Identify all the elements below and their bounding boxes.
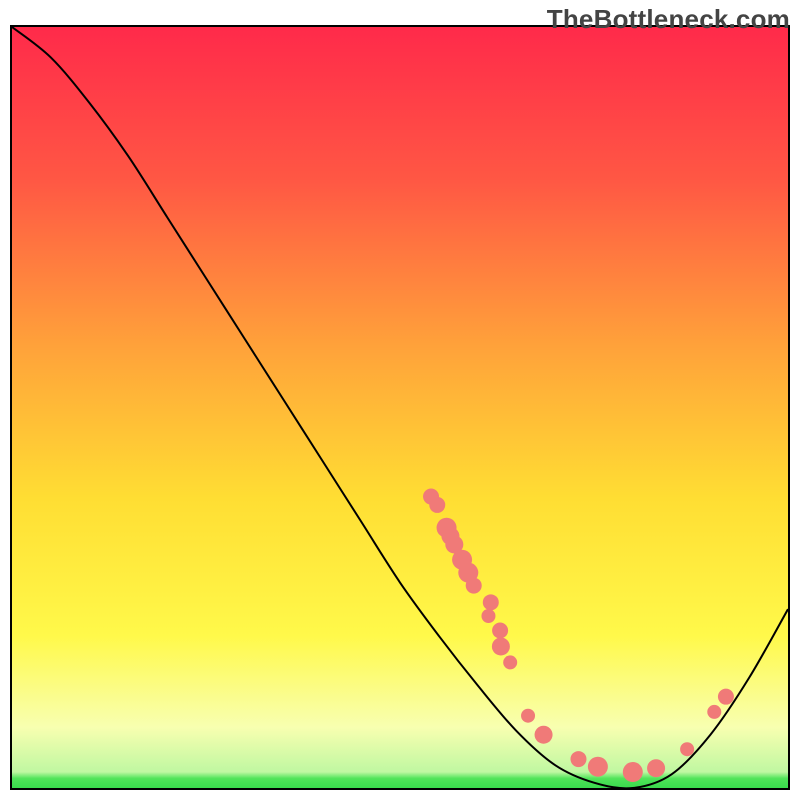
curve-marker: [623, 762, 643, 782]
curve-marker: [647, 759, 665, 777]
curve-marker: [429, 497, 445, 513]
curve-marker: [570, 751, 586, 767]
curve-marker: [535, 726, 553, 744]
curve-marker: [707, 705, 721, 719]
curve-marker: [521, 709, 535, 723]
watermark-label: TheBottleneck.com: [547, 4, 790, 35]
curve-marker: [466, 578, 482, 594]
chart-container: TheBottleneck.com: [0, 0, 800, 800]
curve-marker: [481, 609, 495, 623]
plot-frame: [10, 25, 790, 790]
curve-marker: [492, 622, 508, 638]
curve-marker: [483, 594, 499, 610]
curve-marker: [492, 637, 510, 655]
curve-marker: [718, 689, 734, 705]
curve-marker: [503, 655, 517, 669]
curve-marker: [680, 742, 694, 756]
curve-markers: [12, 27, 788, 788]
curve-marker: [588, 757, 608, 777]
